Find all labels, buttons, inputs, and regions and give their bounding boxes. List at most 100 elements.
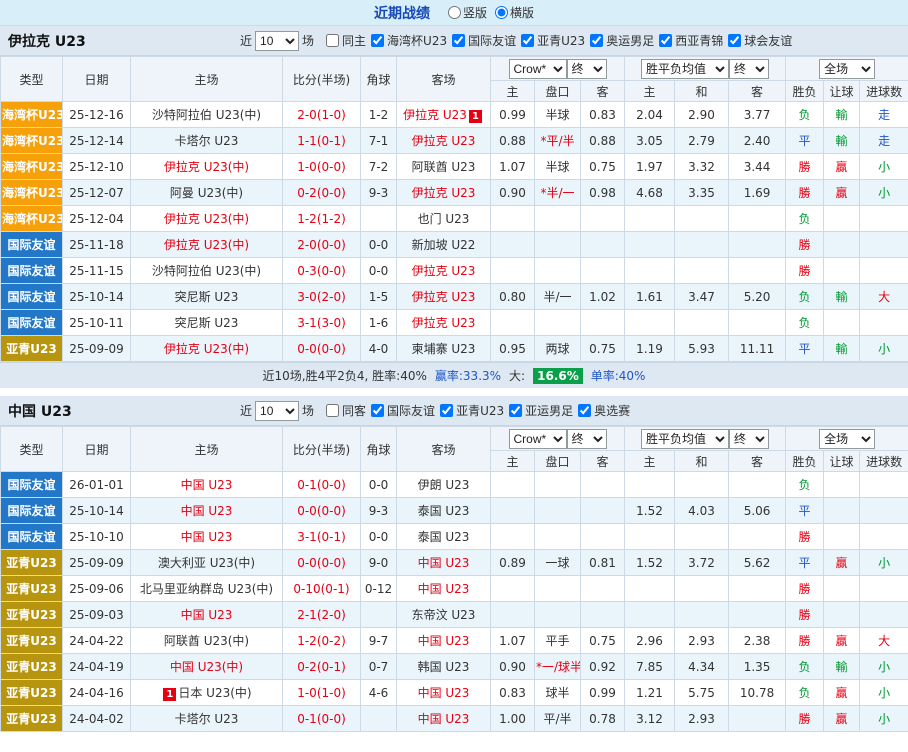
handicap-result-cell xyxy=(824,258,860,284)
view-option-2[interactable]: 横版 xyxy=(495,4,534,21)
date-cell: 25-12-04 xyxy=(63,206,131,232)
view-radio[interactable] xyxy=(495,6,508,19)
filter-checkbox[interactable] xyxy=(452,34,465,47)
filter-checkbox[interactable] xyxy=(590,34,603,47)
league-type-cell: 海湾杯U23 xyxy=(1,180,63,206)
filter-option[interactable]: 球会友谊 xyxy=(728,32,792,49)
handicap-cell: 球半 xyxy=(535,680,581,706)
filter-option[interactable]: 西亚青锦 xyxy=(659,32,723,49)
match-scope-select[interactable]: 全场 xyxy=(819,59,875,79)
filter-option[interactable]: 亚运男足 xyxy=(509,402,573,419)
avg-away-odds-cell xyxy=(729,472,786,498)
odds-time-select[interactable]: 终 xyxy=(567,429,607,449)
match-row: 国际友谊26-01-01中国 U230-1(0-0)0-0伊朗 U23负 xyxy=(1,472,908,498)
summary-segment: 大: xyxy=(509,367,525,384)
asia-away-odds-cell xyxy=(581,524,625,550)
filter-option[interactable]: 奥选赛 xyxy=(578,402,630,419)
home-team-cell: 中国 U23(中) xyxy=(131,654,283,680)
avg-home-odds-cell: 2.96 xyxy=(625,628,675,654)
avg-time-select[interactable]: 终 xyxy=(729,429,769,449)
avg-time-select[interactable]: 终 xyxy=(729,59,769,79)
league-type-cell: 亚青U23 xyxy=(1,628,63,654)
result-cell: 勝 xyxy=(786,154,824,180)
avg-odds-select[interactable]: 胜平负均值 xyxy=(641,429,729,449)
odds-time-select[interactable]: 终 xyxy=(567,59,607,79)
col-date-header: 日期 xyxy=(63,57,131,102)
score-cell: 3-1(3-0) xyxy=(283,310,361,336)
filter-option[interactable]: 海湾杯U23 xyxy=(371,32,447,49)
goals-result-cell: 走 xyxy=(860,102,908,128)
recent-prefix-label: 近 xyxy=(240,32,252,49)
score-cell: 0-0(0-0) xyxy=(283,550,361,576)
avg-home-odds-cell: 1.52 xyxy=(625,550,675,576)
filter-checkbox[interactable] xyxy=(371,404,384,417)
away-team-name: 中国 U23 xyxy=(418,686,470,700)
filter-checkbox[interactable] xyxy=(509,404,522,417)
goals-result-cell xyxy=(860,310,908,336)
subcol-header: 胜负 xyxy=(786,81,824,102)
avg-away-odds-cell xyxy=(729,310,786,336)
home-team-name: 澳大利亚 U23(中) xyxy=(158,556,255,570)
asia-away-odds-cell: 0.92 xyxy=(581,654,625,680)
asia-home-odds-cell xyxy=(491,472,535,498)
filter-checkbox[interactable] xyxy=(728,34,741,47)
odds-provider-select[interactable]: Crow* xyxy=(509,429,567,449)
filter-option[interactable]: 同客 xyxy=(326,402,366,419)
filter-option[interactable]: 国际友谊 xyxy=(371,402,435,419)
filter-option[interactable]: 亚青U23 xyxy=(521,32,585,49)
handicap-result-cell: 輸 xyxy=(824,654,860,680)
recent-count-select[interactable]: 10 xyxy=(255,401,299,421)
home-team-name: 阿联酋 U23(中) xyxy=(164,634,249,648)
date-cell: 25-09-03 xyxy=(63,602,131,628)
filter-checkbox[interactable] xyxy=(371,34,384,47)
avg-odds-select[interactable]: 胜平负均值 xyxy=(641,59,729,79)
asia-away-odds-cell: 0.99 xyxy=(581,680,625,706)
goals-result-cell: 小 xyxy=(860,706,908,732)
avg-away-odds-cell xyxy=(729,524,786,550)
avg-home-odds-cell xyxy=(625,524,675,550)
filter-option[interactable]: 亚青U23 xyxy=(440,402,504,419)
filter-checkbox[interactable] xyxy=(326,34,339,47)
handicap-result-cell: 贏 xyxy=(824,680,860,706)
league-type-cell: 海湾杯U23 xyxy=(1,102,63,128)
league-type-cell: 国际友谊 xyxy=(1,472,63,498)
filter-checkbox[interactable] xyxy=(578,404,591,417)
home-team-name: 北马里亚纳群岛 U23(中) xyxy=(140,582,273,596)
home-team-cell: 伊拉克 U23(中) xyxy=(131,154,283,180)
result-cell: 勝 xyxy=(786,258,824,284)
asia-home-odds-cell xyxy=(491,498,535,524)
odds-provider-select[interactable]: Crow* xyxy=(509,59,567,79)
view-option-1[interactable]: 竖版 xyxy=(448,4,487,21)
asia-home-odds-cell: 0.83 xyxy=(491,680,535,706)
filter-checkbox[interactable] xyxy=(326,404,339,417)
match-row: 亚青U2324-04-161日本 U23(中)1-0(1-0)4-6中国 U23… xyxy=(1,680,908,706)
result-cell: 平 xyxy=(786,336,824,362)
match-scope-select[interactable]: 全场 xyxy=(819,429,875,449)
goals-result-cell: 小 xyxy=(860,180,908,206)
away-team-cell: 伊拉克 U23 xyxy=(397,284,491,310)
goals-result-cell: 小 xyxy=(860,654,908,680)
view-radio[interactable] xyxy=(448,6,461,19)
away-team-cell: 中国 U23 xyxy=(397,550,491,576)
filter-option[interactable]: 奥运男足 xyxy=(590,32,654,49)
filter-checkbox[interactable] xyxy=(521,34,534,47)
league-type-cell: 海湾杯U23 xyxy=(1,154,63,180)
asia-away-odds-cell xyxy=(581,576,625,602)
recent-count-select[interactable]: 10 xyxy=(255,31,299,51)
away-team-name: 伊拉克 U23 xyxy=(412,264,476,278)
filter-option[interactable]: 同主 xyxy=(326,32,366,49)
filter-checkbox[interactable] xyxy=(659,34,672,47)
filter-checkbox[interactable] xyxy=(440,404,453,417)
score-cell: 2-0(1-0) xyxy=(283,102,361,128)
avg-away-odds-cell: 2.40 xyxy=(729,128,786,154)
score-cell: 3-0(2-0) xyxy=(283,284,361,310)
filter-option[interactable]: 国际友谊 xyxy=(452,32,516,49)
home-team-cell: 沙特阿拉伯 U23(中) xyxy=(131,102,283,128)
avg-draw-odds-cell: 2.93 xyxy=(675,628,729,654)
date-cell: 26-01-01 xyxy=(63,472,131,498)
avg-home-odds-cell: 7.85 xyxy=(625,654,675,680)
league-filters: 同客国际友谊亚青U23 亚运男足奥选赛 xyxy=(326,402,635,419)
home-team-name: 伊拉克 U23(中) xyxy=(164,238,249,252)
asia-home-odds-cell: 0.90 xyxy=(491,654,535,680)
subcol-header: 客 xyxy=(581,451,625,472)
